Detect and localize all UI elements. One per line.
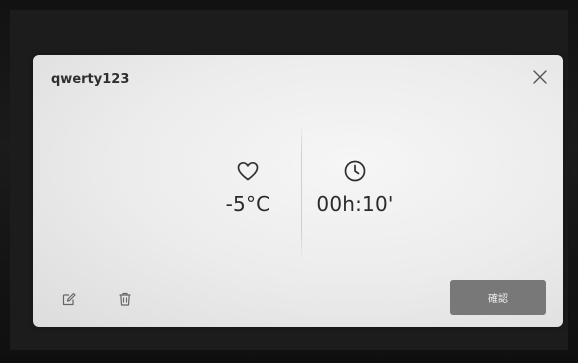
heart-icon <box>237 161 259 181</box>
temperature-stat: -5°C <box>188 159 308 216</box>
edit-icon <box>62 292 76 306</box>
confirm-button[interactable]: 確認 <box>450 280 546 315</box>
duration-value: 00h:10' <box>316 192 394 216</box>
close-icon <box>533 70 547 84</box>
close-button[interactable] <box>531 68 549 86</box>
duration-stat: 00h:10' <box>295 159 415 216</box>
delete-button[interactable] <box>117 291 133 307</box>
dialog-title: qwerty123 <box>51 72 130 87</box>
clock-icon <box>344 160 366 182</box>
temperature-value: -5°C <box>225 192 271 216</box>
edit-button[interactable] <box>61 291 77 307</box>
trash-icon <box>119 292 131 306</box>
record-dialog: qwerty123 -5°C 00h:10' 確認 <box>33 55 563 327</box>
